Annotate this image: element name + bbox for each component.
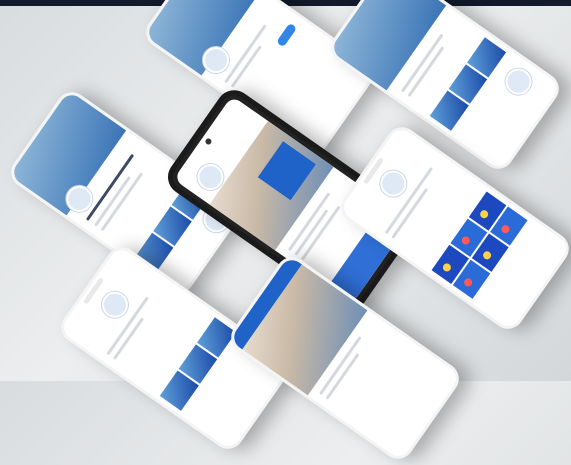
text-line (300, 205, 341, 261)
photo-grid (431, 191, 528, 299)
text-line (100, 172, 144, 232)
profile-avatar (96, 286, 134, 323)
promo-card (257, 141, 316, 201)
phone-screen (339, 125, 571, 331)
photo-thumbnails (159, 317, 237, 411)
phone-notch (82, 277, 105, 305)
mockup-stage (0, 0, 571, 465)
phone-right (334, 121, 571, 335)
action-button (276, 22, 298, 48)
profile-avatar (500, 63, 537, 100)
camera-dot (204, 137, 213, 146)
profile-avatar (375, 165, 412, 202)
